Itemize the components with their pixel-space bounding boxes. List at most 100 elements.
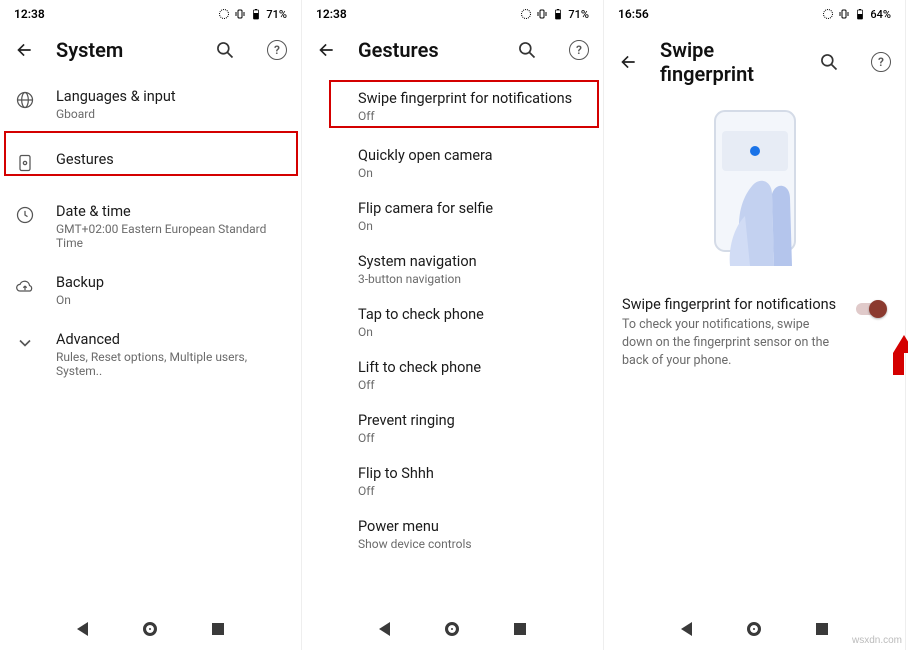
vibrate-icon bbox=[838, 8, 850, 20]
item-sub: On bbox=[358, 166, 587, 180]
item-sub: Off bbox=[358, 484, 587, 498]
screen-swipe-fingerprint: 16:56 64% Swipe fingerprint ? bbox=[604, 0, 906, 650]
item-label: Quickly open camera bbox=[358, 147, 587, 164]
nav-recent[interactable] bbox=[514, 623, 526, 635]
search-button[interactable] bbox=[215, 40, 235, 60]
toggle-title: Swipe fingerprint for notifications bbox=[622, 296, 841, 313]
search-icon bbox=[215, 40, 235, 60]
gestures-icon bbox=[15, 153, 35, 173]
page-title: Gestures bbox=[358, 38, 485, 62]
status-bar: 12:38 71% bbox=[0, 0, 301, 28]
item-sub: Off bbox=[358, 431, 587, 445]
gestures-list: Swipe fingerprint for notifications Off … bbox=[302, 76, 603, 608]
battery-icon bbox=[854, 8, 866, 20]
item-swipe-fingerprint[interactable]: Swipe fingerprint for notifications Off bbox=[302, 76, 603, 137]
item-tap-check[interactable]: Tap to check phone On bbox=[302, 296, 603, 349]
status-time: 12:38 bbox=[14, 7, 218, 21]
title-bar: System ? bbox=[0, 28, 301, 76]
item-quick-camera[interactable]: Quickly open camera On bbox=[302, 137, 603, 190]
title-bar: Gestures ? bbox=[302, 28, 603, 76]
page-title: System bbox=[56, 38, 183, 62]
item-power-menu[interactable]: Power menu Show device controls bbox=[302, 508, 603, 561]
item-label: Prevent ringing bbox=[358, 412, 587, 429]
dnd-icon bbox=[218, 8, 230, 20]
settings-list: Languages & input Gboard Gestures Date &… bbox=[0, 76, 301, 608]
item-backup[interactable]: Backup On bbox=[0, 262, 301, 319]
item-label: Swipe fingerprint for notifications bbox=[358, 90, 587, 107]
item-system-nav[interactable]: System navigation 3-button navigation bbox=[302, 243, 603, 296]
item-label: Power menu bbox=[358, 518, 587, 535]
item-label: Lift to check phone bbox=[358, 359, 587, 376]
toggle-switch[interactable] bbox=[853, 300, 887, 318]
nav-back[interactable] bbox=[681, 622, 692, 636]
item-label: Languages & input bbox=[56, 88, 285, 105]
item-sub: On bbox=[358, 219, 587, 233]
nav-home[interactable] bbox=[143, 622, 157, 636]
item-label: Date & time bbox=[56, 203, 285, 220]
vibrate-icon bbox=[536, 8, 548, 20]
cloud-icon bbox=[15, 276, 35, 296]
toggle-description: To check your notifications, swipe down … bbox=[622, 316, 841, 370]
search-icon bbox=[819, 52, 839, 72]
search-button[interactable] bbox=[517, 40, 537, 60]
battery-percent: 64% bbox=[870, 8, 891, 21]
help-button[interactable]: ? bbox=[267, 40, 287, 60]
help-button[interactable]: ? bbox=[871, 52, 891, 72]
status-time: 12:38 bbox=[316, 7, 520, 21]
item-gestures[interactable]: Gestures bbox=[0, 133, 301, 191]
status-icons: 71% bbox=[218, 8, 287, 21]
item-label: Flip camera for selfie bbox=[358, 200, 587, 217]
item-sub: 3-button navigation bbox=[358, 272, 587, 286]
dnd-icon bbox=[822, 8, 834, 20]
item-sub: Gboard bbox=[56, 107, 285, 121]
search-button[interactable] bbox=[819, 52, 839, 72]
item-label: Flip to Shhh bbox=[358, 465, 587, 482]
item-flip-camera[interactable]: Flip camera for selfie On bbox=[302, 190, 603, 243]
toggle-swipe-fingerprint[interactable]: Swipe fingerprint for notifications To c… bbox=[604, 286, 905, 380]
item-label: Backup bbox=[56, 274, 285, 291]
status-icons: 64% bbox=[822, 8, 891, 21]
nav-home[interactable] bbox=[445, 622, 459, 636]
fingerprint-content: Swipe fingerprint for notifications To c… bbox=[604, 100, 905, 608]
item-label: Advanced bbox=[56, 331, 285, 348]
item-sub: GMT+02:00 Eastern European Standard Time bbox=[56, 222, 285, 250]
item-date-time[interactable]: Date & time GMT+02:00 Eastern European S… bbox=[0, 191, 301, 262]
nav-home[interactable] bbox=[747, 622, 761, 636]
globe-icon bbox=[15, 90, 35, 110]
back-button[interactable] bbox=[14, 40, 34, 60]
back-button[interactable] bbox=[316, 40, 336, 60]
item-sub: Rules, Reset options, Multiple users, Sy… bbox=[56, 350, 285, 378]
arrow-left-icon bbox=[316, 39, 336, 61]
status-bar: 12:38 71% bbox=[302, 0, 603, 28]
page-title: Swipe fingerprint bbox=[660, 38, 787, 86]
item-lift-check[interactable]: Lift to check phone Off bbox=[302, 349, 603, 402]
back-button[interactable] bbox=[618, 52, 638, 72]
item-label: System navigation bbox=[358, 253, 587, 270]
battery-icon bbox=[552, 8, 564, 20]
item-sub: Off bbox=[358, 109, 587, 123]
arrow-left-icon bbox=[618, 51, 638, 73]
hand-phone-icon bbox=[680, 106, 830, 266]
title-bar: Swipe fingerprint ? bbox=[604, 28, 905, 100]
nav-back[interactable] bbox=[77, 622, 88, 636]
item-sub: On bbox=[56, 293, 285, 307]
help-button[interactable]: ? bbox=[569, 40, 589, 60]
item-advanced[interactable]: Advanced Rules, Reset options, Multiple … bbox=[0, 319, 301, 390]
item-languages-input[interactable]: Languages & input Gboard bbox=[0, 76, 301, 133]
item-flip-shhh[interactable]: Flip to Shhh Off bbox=[302, 455, 603, 508]
status-time: 16:56 bbox=[618, 7, 822, 21]
nav-bar bbox=[302, 608, 603, 650]
status-icons: 71% bbox=[520, 8, 589, 21]
status-bar: 16:56 64% bbox=[604, 0, 905, 28]
nav-bar bbox=[0, 608, 301, 650]
item-prevent-ringing[interactable]: Prevent ringing Off bbox=[302, 402, 603, 455]
chevron-down-icon bbox=[15, 333, 35, 353]
item-sub: Off bbox=[358, 378, 587, 392]
arrow-left-icon bbox=[14, 39, 34, 61]
nav-back[interactable] bbox=[379, 622, 390, 636]
nav-recent[interactable] bbox=[212, 623, 224, 635]
clock-icon bbox=[15, 205, 35, 225]
nav-recent[interactable] bbox=[816, 623, 828, 635]
battery-percent: 71% bbox=[266, 8, 287, 21]
search-icon bbox=[517, 40, 537, 60]
